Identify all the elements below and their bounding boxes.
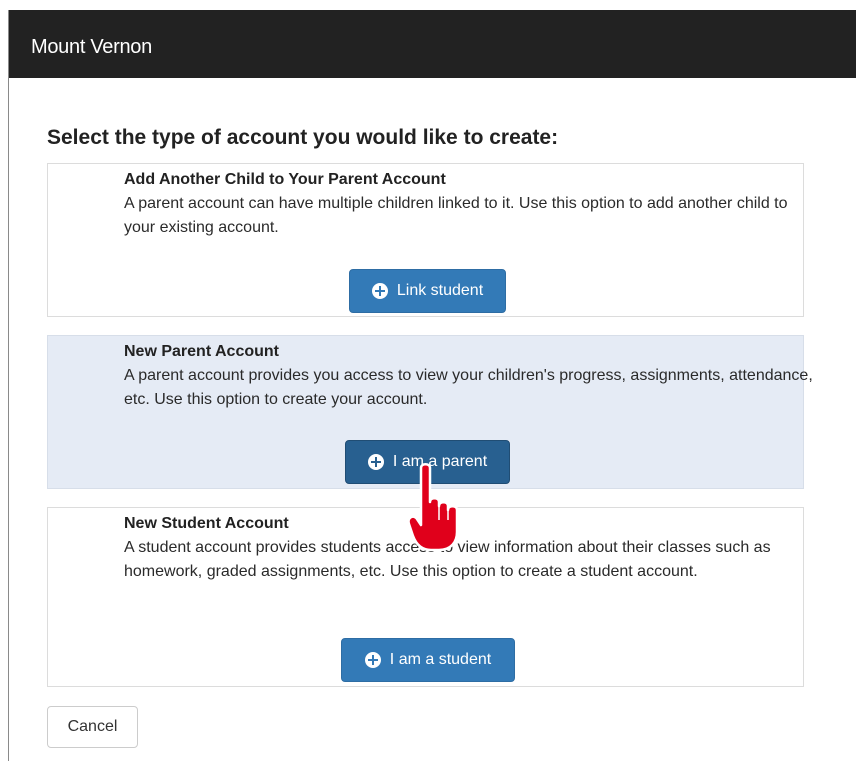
option-description: A parent account can have multiple child… bbox=[124, 195, 788, 236]
link-student-button[interactable]: Link student bbox=[349, 269, 506, 313]
option-description: A student account provides students acce… bbox=[124, 539, 771, 580]
button-label: I am a student bbox=[389, 651, 492, 668]
page-heading: Select the type of account you would lik… bbox=[47, 126, 559, 149]
option-panel-student: New Student Account A student account pr… bbox=[47, 507, 804, 687]
window-title: Mount Vernon bbox=[31, 36, 152, 58]
cancel-button[interactable]: Cancel bbox=[47, 706, 138, 748]
option-panel-parent: New Parent Account A parent account prov… bbox=[47, 335, 813, 489]
option-panel-link-student: Add Another Child to Your Parent Account… bbox=[47, 163, 804, 317]
button-label: I am a parent bbox=[392, 453, 488, 470]
plus-circle-icon bbox=[364, 652, 381, 668]
option-title: Add Another Child to Your Parent Account bbox=[124, 171, 446, 188]
i-am-a-parent-button[interactable]: I am a parent bbox=[345, 440, 510, 484]
plus-circle-icon bbox=[371, 283, 388, 299]
option-title: New Student Account bbox=[124, 515, 289, 532]
title-bar: Mount Vernon bbox=[9, 10, 856, 78]
option-title: New Parent Account bbox=[124, 343, 279, 360]
button-label: Link student bbox=[396, 282, 484, 299]
plus-circle-icon bbox=[367, 454, 384, 470]
option-description: A parent account provides you access to … bbox=[124, 367, 813, 408]
dialog-window: Mount Vernon Select the type of account … bbox=[8, 10, 856, 761]
i-am-a-student-button[interactable]: I am a student bbox=[341, 638, 515, 682]
